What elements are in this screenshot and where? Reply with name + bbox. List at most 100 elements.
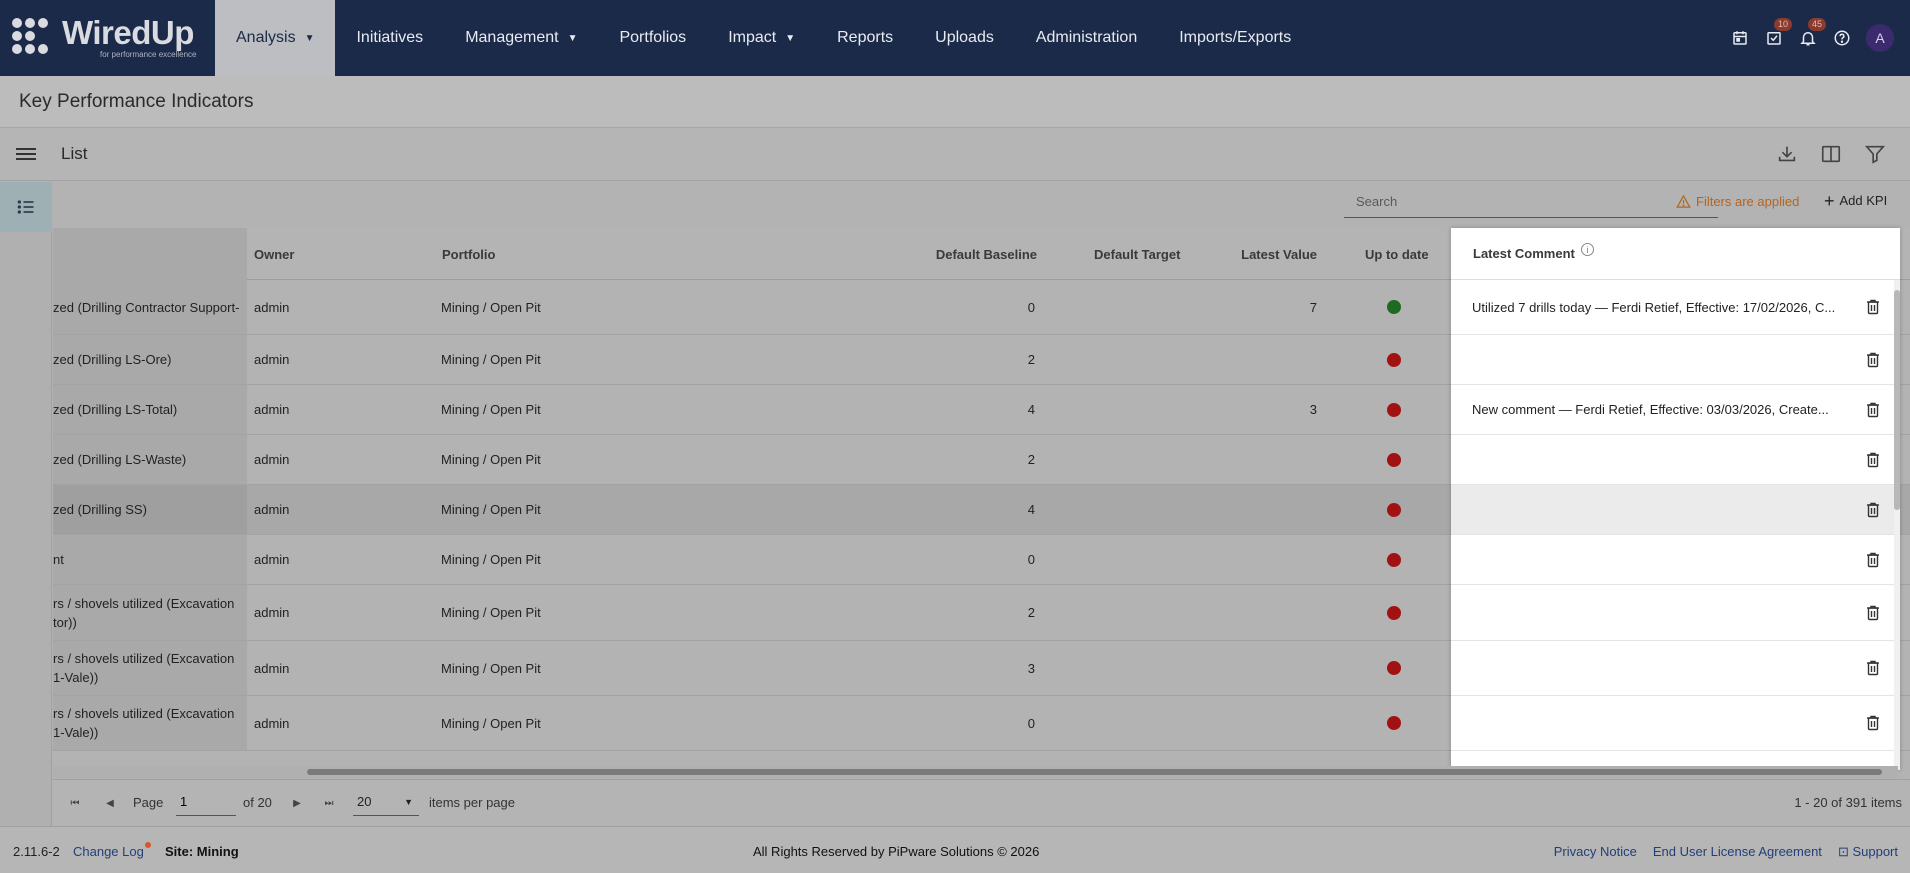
status-dot-green (1387, 300, 1401, 314)
latest-value-cell: 7 (1309, 299, 1317, 315)
help-icon[interactable] (1832, 28, 1852, 48)
nav-reports-label: Reports (837, 29, 894, 46)
filter-icon[interactable] (1864, 143, 1886, 165)
kpi-name-cell[interactable]: zed (Drilling LS-Ore) (53, 335, 247, 384)
trash-icon[interactable] (1866, 660, 1882, 676)
filters-applied-notice[interactable]: Filters are applied (1676, 194, 1799, 209)
eula-link[interactable]: End User License Agreement (1653, 844, 1822, 860)
logo-dots-icon (12, 18, 58, 60)
portfolio-cell: Mining / Open Pit (441, 660, 541, 676)
latest-comment-value: New comment — Ferdi Retief, Effective: 0… (1472, 402, 1829, 417)
latest-comment-text[interactable] (1472, 585, 1848, 640)
user-avatar[interactable]: A (1866, 24, 1894, 52)
default-baseline-cell: 0 (1027, 715, 1035, 731)
kpi-name-cell[interactable]: rs / shovels utilized (Excavation 1-Vale… (53, 696, 247, 750)
horizontal-scrollbar-thumb[interactable] (307, 769, 1882, 775)
column-header-latest-comment[interactable]: Latest Comment i (1451, 228, 1900, 280)
kpi-name-cell[interactable]: zed (Drilling LS-Waste) (53, 435, 247, 484)
privacy-notice-link[interactable]: Privacy Notice (1554, 844, 1637, 860)
latest-value-cell (1153, 485, 1317, 534)
caret-down-icon: ▼ (404, 796, 413, 807)
default-baseline-cell: 0 (1027, 299, 1035, 315)
nav-administration[interactable]: Administration (1015, 0, 1158, 76)
up-to-date-cell (1387, 641, 1401, 695)
latest-comment-cell[interactable]: New comment — Ferdi Retief, Effective: 0… (1451, 385, 1900, 435)
latest-comment-cell[interactable] (1451, 435, 1900, 485)
latest-comment-text[interactable] (1472, 535, 1848, 584)
kpi-name-cell[interactable]: zed (Drilling LS-Total) (53, 385, 247, 434)
kpi-name-cell[interactable]: nt (53, 535, 247, 584)
owner-cell: admin (254, 715, 290, 731)
kpi-name-cell[interactable]: rs / shovels utilized (Excavation 1-Vale… (53, 641, 247, 695)
latest-comment-cell[interactable] (1451, 335, 1900, 385)
trash-icon[interactable] (1866, 299, 1882, 315)
download-icon[interactable] (1776, 143, 1798, 165)
add-kpi-button[interactable]: + Add KPI (1824, 192, 1888, 210)
nav-portfolios[interactable]: Portfolios (598, 0, 707, 76)
caret-down-icon: ▼ (785, 32, 796, 44)
latest-comment-text[interactable] (1472, 641, 1848, 695)
search-input[interactable] (1344, 186, 1718, 218)
horizontal-scrollbar[interactable] (53, 766, 1898, 778)
latest-comment-text[interactable]: Utilized 7 drills today — Ferdi Retief, … (1472, 280, 1848, 334)
kpi-name-cell[interactable]: zed (Drilling Contractor Support- (53, 280, 247, 334)
default-baseline-cell: 4 (1027, 402, 1035, 417)
trash-icon[interactable] (1866, 552, 1882, 568)
vertical-scrollbar[interactable] (1894, 280, 1900, 770)
latest-comment-text[interactable] (1472, 335, 1848, 384)
column-header-default-baseline[interactable]: Default Baseline (853, 228, 1037, 280)
latest-comment-text[interactable] (1472, 435, 1848, 484)
next-page-icon[interactable]: ▶ (289, 795, 305, 811)
trash-icon[interactable] (1866, 452, 1882, 468)
list-view-button[interactable] (0, 182, 52, 232)
status-dot-red (1387, 402, 1401, 417)
column-header-latest-value[interactable]: Latest Value (1153, 228, 1317, 280)
logo-tagline: for performance excellence (100, 50, 197, 59)
add-kpi-label: Add KPI (1839, 193, 1888, 208)
latest-comment-cell[interactable] (1451, 585, 1900, 641)
trash-icon[interactable] (1866, 402, 1882, 418)
latest-value-cell (1153, 535, 1317, 584)
last-page-icon[interactable]: ⏭ (321, 795, 337, 811)
trash-icon[interactable] (1866, 605, 1882, 621)
previous-page-icon[interactable]: ◀ (102, 795, 118, 811)
column-header-up-to-date[interactable]: Up to date (1365, 228, 1429, 280)
latest-comment-text[interactable]: New comment — Ferdi Retief, Effective: 0… (1472, 385, 1848, 434)
latest-comment-text[interactable] (1472, 485, 1848, 534)
latest-comment-cell[interactable] (1451, 535, 1900, 585)
trash-icon[interactable] (1866, 715, 1882, 731)
latest-comment-text[interactable] (1472, 696, 1848, 750)
change-log-link[interactable]: Change Log (73, 844, 144, 859)
trash-icon[interactable] (1866, 502, 1882, 518)
nav-analysis[interactable]: Analysis ▼ (215, 0, 336, 76)
latest-comment-cell[interactable]: Utilized 7 drills today — Ferdi Retief, … (1451, 280, 1900, 335)
columns-icon[interactable] (1820, 143, 1842, 165)
wiredup-logo[interactable]: WiredUp for performance excellence (10, 14, 210, 64)
latest-comment-cell[interactable] (1451, 696, 1900, 751)
nav-impact[interactable]: Impact ▼ (707, 0, 816, 76)
support-link[interactable]: ⊡ Support (1838, 844, 1898, 860)
nav-imports-exports[interactable]: Imports/Exports (1158, 0, 1312, 76)
nav-management[interactable]: Management ▼ (444, 0, 598, 76)
info-icon[interactable]: i (1580, 243, 1594, 256)
column-header-portfolio[interactable]: Portfolio (442, 228, 495, 280)
nav-uploads[interactable]: Uploads (914, 0, 1015, 76)
menu-icon[interactable] (16, 145, 36, 165)
vertical-scrollbar-thumb[interactable] (1894, 290, 1900, 510)
latest-comment-cell[interactable] (1451, 485, 1900, 535)
page-number-input[interactable] (176, 788, 236, 816)
kpi-name-cell[interactable]: rs / shovels utilized (Excavation tor)) (53, 585, 247, 640)
trash-icon[interactable] (1866, 352, 1882, 368)
bell-icon[interactable]: 45 (1798, 18, 1826, 48)
kpi-name-cell[interactable]: zed (Drilling SS) (53, 485, 247, 534)
tasks-icon[interactable]: 10 (1764, 18, 1792, 48)
item-count: 1 - 20 of 391 items (1794, 795, 1902, 810)
nav-initiatives[interactable]: Initiatives (335, 0, 444, 76)
calendar-icon[interactable] (1730, 28, 1750, 48)
latest-comment-cell[interactable] (1451, 641, 1900, 696)
column-header-owner[interactable]: Owner (254, 228, 294, 280)
page-size-select[interactable]: 20 ▼ (353, 788, 419, 816)
first-page-icon[interactable]: ⏮ (67, 795, 83, 811)
status-dot-red (1387, 502, 1401, 517)
nav-reports[interactable]: Reports (816, 0, 914, 76)
